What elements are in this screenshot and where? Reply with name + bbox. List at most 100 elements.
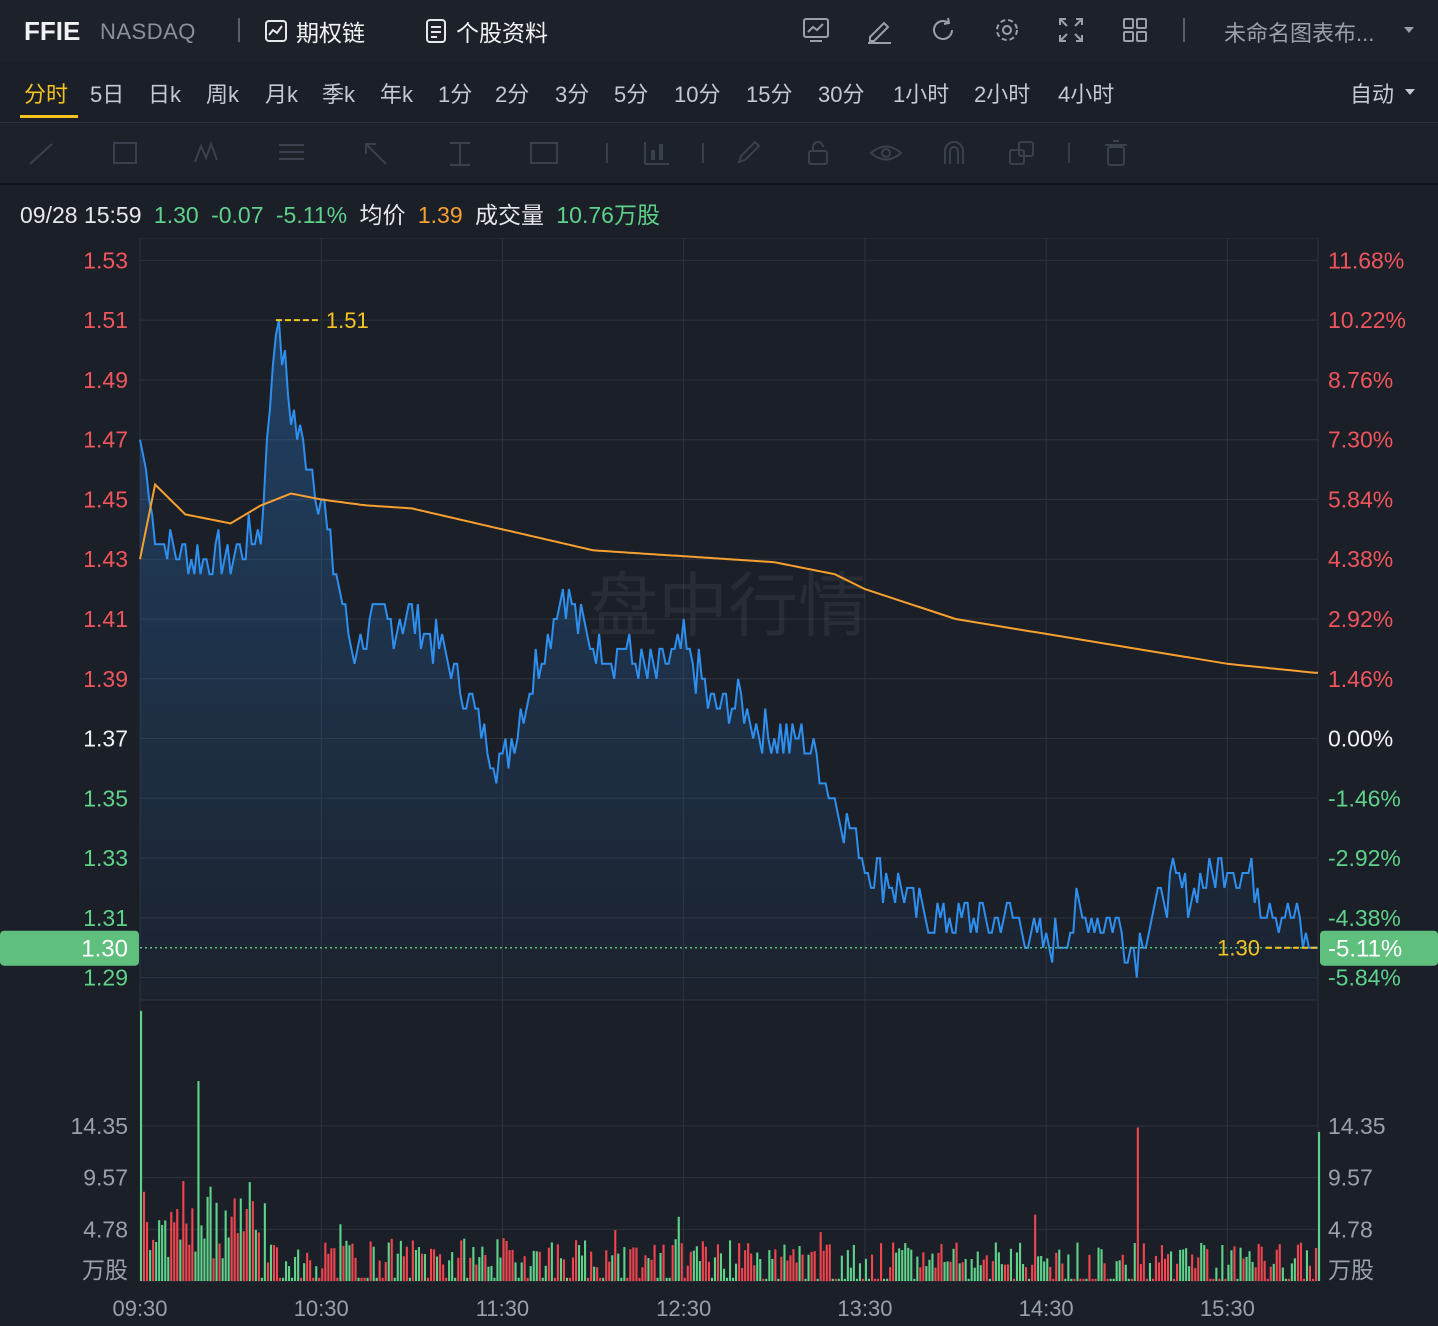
- volume-bar: [1188, 1266, 1191, 1281]
- high-marker-label: 1.51: [326, 308, 369, 333]
- volume-bar: [218, 1243, 221, 1281]
- volume-bar: [795, 1262, 798, 1281]
- trend-line-tool-icon[interactable]: [26, 136, 66, 170]
- volume-bar: [1088, 1254, 1091, 1281]
- chart-template-icon[interactable]: [799, 12, 833, 48]
- volume-bar: [596, 1267, 599, 1281]
- volume-bar: [442, 1264, 445, 1281]
- volume-bar: [478, 1257, 481, 1281]
- volume-bar: [753, 1265, 756, 1281]
- tab-period-12[interactable]: 15分: [746, 77, 792, 109]
- volume-bar: [877, 1278, 880, 1281]
- volume-bar: [759, 1259, 762, 1281]
- tab-period-10[interactable]: 5分: [614, 77, 648, 109]
- fullscreen-icon[interactable]: [1054, 12, 1088, 48]
- volume-bar: [1151, 1278, 1155, 1281]
- grid-layout-icon[interactable]: [1118, 12, 1152, 48]
- tab-period-15[interactable]: 2小时: [974, 77, 1030, 109]
- tab-period-2[interactable]: 日k: [148, 77, 181, 109]
- volume-bar: [396, 1253, 399, 1281]
- price-tick-label: 1.35: [83, 785, 128, 811]
- volume-bar: [786, 1260, 789, 1281]
- volume-bar: [925, 1266, 928, 1281]
- refresh-icon[interactable]: [926, 12, 960, 48]
- volume-bar: [1157, 1262, 1161, 1281]
- volume-bar: [1245, 1256, 1248, 1281]
- x-tick-label: 12:30: [656, 1296, 711, 1321]
- volume-bar: [1227, 1264, 1230, 1281]
- tab-period-14[interactable]: 1小时: [893, 77, 949, 109]
- measure-tool-icon[interactable]: [444, 136, 484, 170]
- volume-bar: [904, 1243, 907, 1281]
- volume-bar: [1272, 1263, 1275, 1281]
- volume-bar: [357, 1277, 360, 1281]
- layout-selector[interactable]: 未命名图表布...: [1224, 16, 1374, 48]
- volume-bar: [1239, 1247, 1242, 1281]
- volume-bar: [1015, 1252, 1019, 1281]
- volume-bar: [1281, 1267, 1284, 1281]
- fib-tool-icon[interactable]: [276, 136, 316, 170]
- volume-bar: [568, 1277, 572, 1281]
- stock-profile-button[interactable]: 个股资料: [422, 14, 548, 48]
- volume-bar: [393, 1277, 396, 1281]
- volume-bar: [354, 1257, 357, 1281]
- edit-icon[interactable]: [862, 12, 896, 48]
- last-marker-label: 1.30: [1217, 936, 1260, 961]
- magnet-icon[interactable]: [934, 136, 974, 170]
- volume-bar: [1022, 1264, 1025, 1281]
- eye-icon[interactable]: [866, 136, 906, 170]
- volume-bar: [907, 1247, 910, 1281]
- tab-period-7[interactable]: 1分: [438, 77, 472, 109]
- volume-bar: [710, 1277, 714, 1281]
- volume-bar: [149, 1250, 152, 1281]
- tab-period-11[interactable]: 10分: [674, 77, 720, 109]
- volume-bar: [430, 1248, 433, 1281]
- volume-bar: [967, 1278, 970, 1281]
- tab-period-4[interactable]: 月k: [265, 77, 298, 109]
- scale-mode-selector[interactable]: 自动: [1350, 77, 1394, 109]
- indicator-icon[interactable]: [636, 136, 676, 170]
- volume-bar: [723, 1268, 726, 1281]
- volume-bar: [716, 1244, 720, 1281]
- rectangle-tool-icon[interactable]: [110, 136, 150, 170]
- tab-period-3[interactable]: 周k: [206, 77, 239, 109]
- tab-period-5[interactable]: 季k: [322, 77, 355, 109]
- tab-period-13[interactable]: 30分: [818, 77, 864, 109]
- volume-bar: [1318, 1131, 1321, 1281]
- trash-icon[interactable]: [1096, 136, 1136, 170]
- volume-bar: [880, 1243, 883, 1281]
- tab-period-8[interactable]: 2分: [495, 77, 529, 109]
- arrow-tool-icon[interactable]: [360, 136, 400, 170]
- tab-period-16[interactable]: 4小时: [1058, 77, 1114, 109]
- intraday-chart[interactable]: 09:30 10:30 11:30 12:30 13:30 14:30 15:30 1.53 1…: [0, 238, 1438, 1326]
- text-tool-icon[interactable]: [528, 136, 568, 170]
- tab-period-0[interactable]: 分时: [24, 77, 68, 109]
- symbol-title[interactable]: FFIE: [24, 16, 80, 47]
- volume-bar: [928, 1259, 931, 1281]
- volume-bar: [152, 1239, 155, 1281]
- volume-bar: [239, 1198, 242, 1281]
- avg-price-label: 均价: [359, 202, 406, 228]
- options-chain-button[interactable]: 期权链: [262, 14, 365, 48]
- volume-bar: [1037, 1256, 1040, 1281]
- quote-change: -0.07: [211, 202, 264, 228]
- brush-icon[interactable]: [728, 136, 768, 170]
- pattern-tool-icon[interactable]: [192, 136, 232, 170]
- volume-bar: [457, 1257, 460, 1281]
- tab-period-6[interactable]: 年k: [380, 77, 413, 109]
- volume-bar: [783, 1244, 786, 1281]
- tab-period-1[interactable]: 5日: [90, 77, 124, 109]
- settings-icon[interactable]: [990, 12, 1024, 48]
- volume-bar: [988, 1278, 991, 1281]
- volume-bar: [605, 1250, 608, 1281]
- copy-icon[interactable]: [1002, 136, 1042, 170]
- chevron-down-icon[interactable]: [1405, 89, 1415, 95]
- x-tick-label: 13:30: [837, 1296, 892, 1321]
- tab-period-9[interactable]: 3分: [555, 77, 589, 109]
- lock-icon[interactable]: [798, 136, 838, 170]
- chevron-down-icon[interactable]: [1404, 27, 1414, 33]
- volume-bar: [1182, 1249, 1185, 1281]
- volume-bar: [608, 1261, 611, 1281]
- volume-bar: [197, 1081, 200, 1281]
- volume-bar: [698, 1261, 701, 1281]
